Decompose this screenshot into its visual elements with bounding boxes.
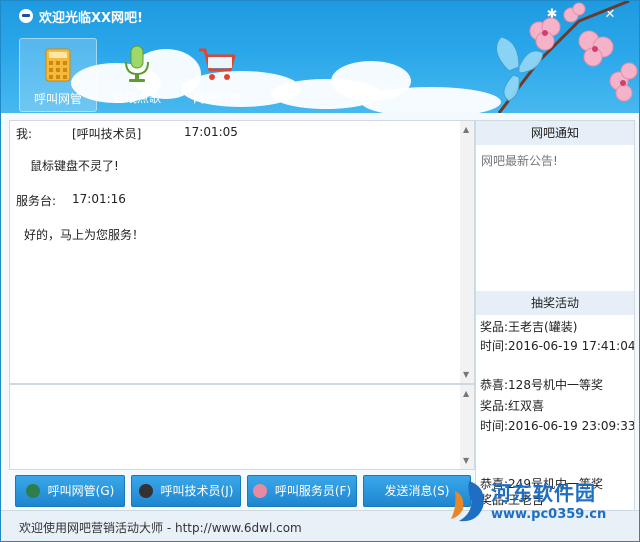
shopping-cart-icon xyxy=(199,48,236,80)
notice-title: 网吧通知 xyxy=(476,121,634,145)
call-service-label: 呼叫服务员(F) xyxy=(274,484,352,498)
chat-message: 鼠标键盘不灵了! xyxy=(30,159,119,173)
input-scrollbar[interactable]: ▲ ▼ xyxy=(460,385,474,469)
lottery-line: 时间:2016-06-19 17:41:04 xyxy=(480,339,635,353)
calculator-icon xyxy=(45,48,71,82)
app-window: 欢迎光临XX网吧! ✱ — ✕ xyxy=(0,0,640,542)
microphone-icon xyxy=(125,45,149,82)
scroll-up-icon[interactable]: ▲ xyxy=(463,125,469,134)
lottery-line: 奖品:红双喜 xyxy=(480,399,545,413)
tech-avatar-icon xyxy=(138,483,153,498)
scroll-down-icon[interactable]: ▼ xyxy=(463,456,469,465)
call-admin-button[interactable]: 呼叫网管(G) xyxy=(15,475,125,507)
flower-decoration-icon xyxy=(496,1,638,113)
chat-scrollbar[interactable]: ▲ ▼ xyxy=(460,121,474,383)
message-input[interactable]: ▲ ▼ xyxy=(9,384,475,470)
tab-online-song[interactable]: 在线点歌 xyxy=(99,38,175,110)
notice-text: 网吧最新公告! xyxy=(481,154,558,168)
watermark-url: www.pc0359.cn xyxy=(491,507,607,522)
status-text: 欢迎使用网吧营销活动大师 - http://www.6dwl.com xyxy=(19,521,302,535)
window-title: 欢迎光临XX网吧! xyxy=(39,11,143,26)
header-banner: 欢迎光临XX网吧! ✱ — ✕ xyxy=(1,1,639,113)
tab-online-song-label: 在线点歌 xyxy=(112,91,161,105)
call-tech-label: 呼叫技术员(J) xyxy=(160,484,234,498)
call-service-button[interactable]: 呼叫服务员(F) xyxy=(247,475,357,507)
chat-sender: 我: xyxy=(16,127,33,141)
chat-history[interactable]: 我: [呼叫技术员] 17:01:05 鼠标键盘不灵了! 服务台: 17:01:… xyxy=(9,120,475,384)
tab-call-admin[interactable]: 呼叫网管 xyxy=(19,38,97,112)
lottery-title: 抽奖活动 xyxy=(476,291,634,315)
chat-message: 好的，马上为您服务！ xyxy=(24,228,145,242)
watermark-title: 河东软件园 xyxy=(491,481,596,505)
call-admin-label: 呼叫网管(G) xyxy=(47,484,115,498)
chat-time: 17:01:16 xyxy=(72,192,126,206)
lottery-line: 奖品:王老吉(罐装) xyxy=(480,320,578,334)
scroll-up-icon[interactable]: ▲ xyxy=(463,389,469,398)
side-panel: 网吧通知 网吧最新公告! 抽奖活动 奖品:王老吉(罐装) 时间:2016-06-… xyxy=(475,120,635,512)
send-message-label: 发送消息(S) xyxy=(384,484,450,498)
lottery-line: 时间:2016-06-19 23:09:33 xyxy=(480,419,635,433)
scroll-down-icon[interactable]: ▼ xyxy=(463,370,469,379)
watermark-logo-icon xyxy=(451,481,484,522)
chat-sender: 服务台: xyxy=(16,194,57,208)
chat-time: 17:01:05 xyxy=(184,125,238,139)
watermark: 河东软件园 www.pc0359.cn xyxy=(447,477,635,533)
tab-call-admin-label: 呼叫网管 xyxy=(33,92,82,106)
tab-shopping-label: 网吧购物 xyxy=(192,91,241,105)
tab-shopping[interactable]: 网吧购物 xyxy=(179,38,255,110)
lottery-line: 恭喜:128号机中一等奖 xyxy=(480,378,603,392)
chat-target: [呼叫技术员] xyxy=(72,127,142,141)
app-logo-icon xyxy=(19,9,33,23)
call-tech-button[interactable]: 呼叫技术员(J) xyxy=(131,475,241,507)
admin-avatar-icon xyxy=(25,483,40,498)
service-avatar-icon xyxy=(252,483,267,498)
